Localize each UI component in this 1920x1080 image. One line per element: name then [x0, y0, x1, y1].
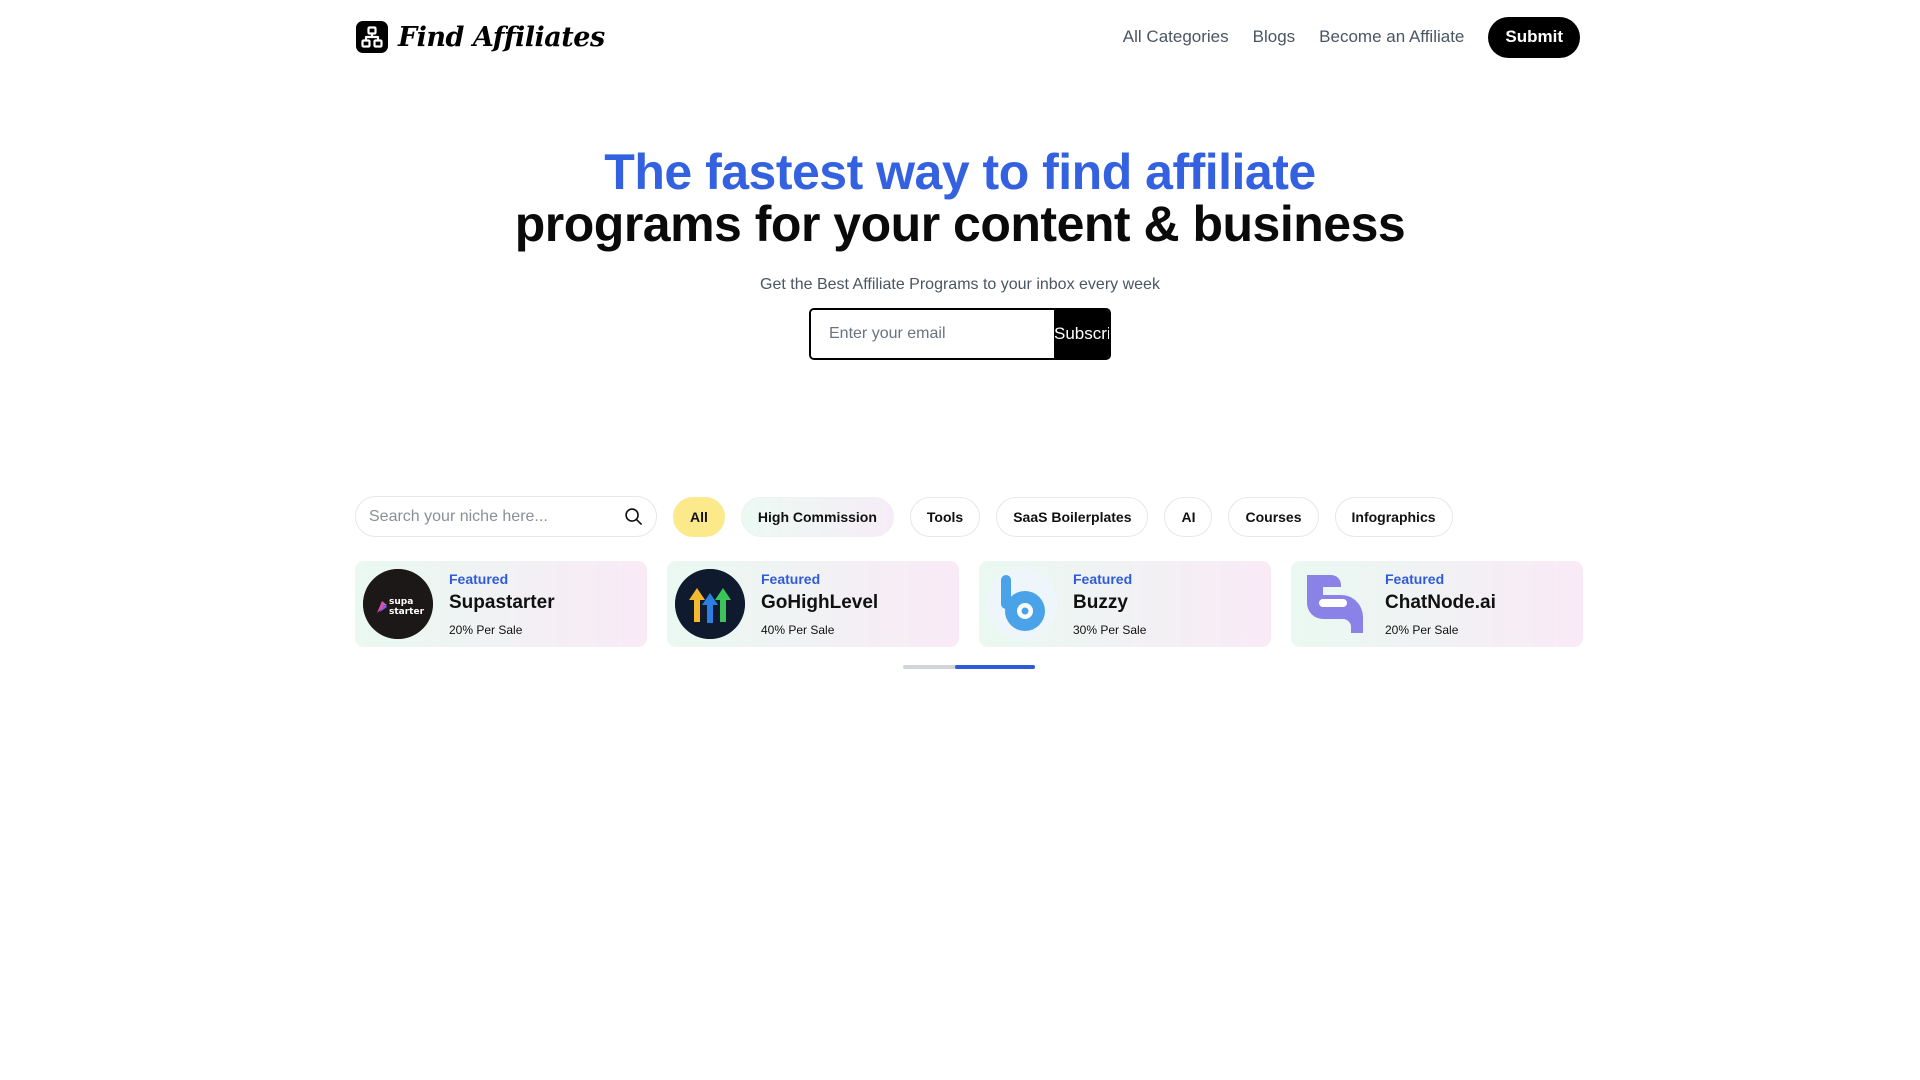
- chip-infographics[interactable]: Infographics: [1334, 496, 1453, 537]
- featured-card-gohighlevel[interactable]: Featured GoHighLevel 40% Per Sale: [667, 561, 959, 647]
- featured-card-supastarter[interactable]: supa starter Featured Supastarter 20% Pe…: [355, 561, 647, 647]
- hero-headline-line-1: The fastest way to find affiliate: [604, 144, 1316, 200]
- site-header: Find Affiliates All Categories Blogs Bec…: [356, 16, 1580, 58]
- brand-logo[interactable]: Find Affiliates: [356, 21, 605, 53]
- featured-badge: Featured: [1073, 571, 1133, 587]
- hero-headline-line-2: programs for your content & business: [514, 196, 1406, 252]
- featured-carousel: supa starter Featured Supastarter 20% Pe…: [355, 561, 1583, 647]
- search-input[interactable]: [369, 507, 622, 526]
- email-input[interactable]: [811, 310, 1054, 358]
- brand-name: Find Affiliates: [398, 21, 605, 53]
- card-body: Featured Buzzy 30% Per Sale: [1073, 570, 1146, 638]
- carousel-scrollbar-thumb[interactable]: [955, 665, 1035, 669]
- card-commission: 20% Per Sale: [449, 623, 523, 637]
- card-body: Featured Supastarter 20% Per Sale: [449, 570, 555, 638]
- featured-badge: Featured: [761, 571, 821, 587]
- chip-ai[interactable]: AI: [1164, 496, 1213, 537]
- chip-high-commission[interactable]: High Commission: [740, 496, 894, 537]
- card-body: Featured GoHighLevel 40% Per Sale: [761, 570, 878, 638]
- submit-button[interactable]: Submit: [1488, 16, 1580, 58]
- chip-all[interactable]: All: [673, 496, 725, 537]
- card-body: Featured ChatNode.ai 20% Per Sale: [1385, 570, 1496, 638]
- nav-become-affiliate[interactable]: Become an Affiliate: [1319, 27, 1464, 47]
- hero-subtitle: Get the Best Affiliate Programs to your …: [760, 276, 1160, 293]
- card-commission: 20% Per Sale: [1385, 623, 1459, 637]
- featured-badge: Featured: [1385, 571, 1445, 587]
- card-title: Buzzy: [1073, 592, 1128, 613]
- carousel-scrollbar[interactable]: [903, 665, 1035, 669]
- page: Find Affiliates All Categories Blogs Bec…: [0, 0, 1920, 1080]
- gohighlevel-logo: [675, 569, 745, 639]
- chip-saas-boilerplates[interactable]: SaaS Boilerplates: [996, 496, 1149, 537]
- main-nav: All Categories Blogs Become an Affiliate…: [1123, 16, 1580, 58]
- subscribe-form: Subscribe: [809, 308, 1111, 360]
- card-title: Supastarter: [449, 592, 555, 613]
- chatnode-logo: [1299, 569, 1369, 639]
- featured-badge: Featured: [449, 571, 509, 587]
- nav-blogs[interactable]: Blogs: [1253, 27, 1296, 47]
- affiliate-network-icon: [356, 21, 388, 53]
- card-title: GoHighLevel: [761, 592, 879, 613]
- buzzy-logo: [987, 569, 1057, 639]
- hero-section: The fastest way to find affiliate progra…: [0, 146, 1920, 360]
- hero-headline: The fastest way to find affiliate progra…: [0, 146, 1920, 250]
- featured-card-buzzy[interactable]: Featured Buzzy 30% Per Sale: [979, 561, 1271, 647]
- card-commission: 30% Per Sale: [1073, 623, 1147, 637]
- filter-bar: All High Commission Tools SaaS Boilerpla…: [355, 496, 1453, 537]
- subscribe-button[interactable]: Subscribe: [1054, 310, 1109, 358]
- supastarter-logo-text-2: starter: [389, 607, 425, 617]
- card-commission: 40% Per Sale: [761, 623, 835, 637]
- search-box: [355, 496, 657, 537]
- search-icon[interactable]: [622, 506, 644, 528]
- chip-courses[interactable]: Courses: [1228, 496, 1319, 537]
- card-title: ChatNode.ai: [1385, 592, 1496, 613]
- supastarter-logo: supa starter: [363, 569, 433, 639]
- nav-all-categories[interactable]: All Categories: [1123, 27, 1229, 47]
- supastarter-logo-text-1: supa: [389, 597, 413, 607]
- chip-tools[interactable]: Tools: [909, 496, 981, 537]
- featured-card-chatnode[interactable]: Featured ChatNode.ai 20% Per Sale: [1291, 561, 1583, 647]
